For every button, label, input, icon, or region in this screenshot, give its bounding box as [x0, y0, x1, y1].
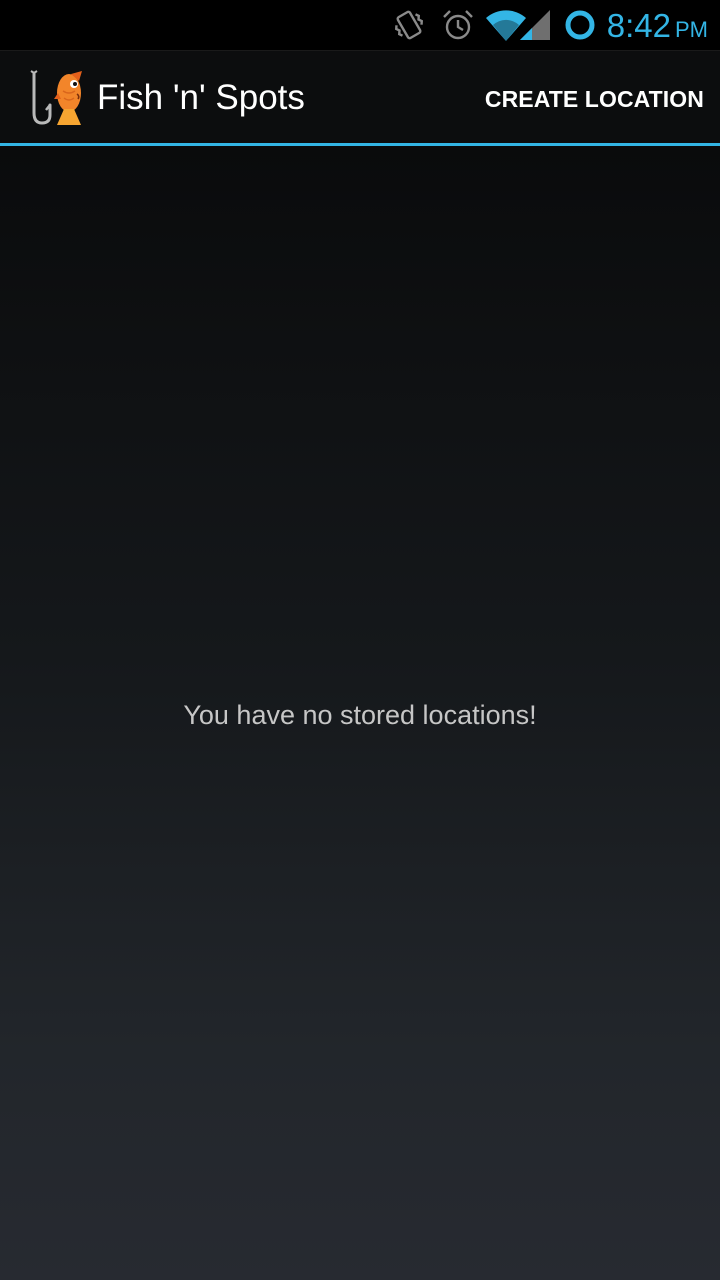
status-ampm: PM	[675, 17, 708, 42]
screen: 8:42 PM Fish 'n' Spots CREATE LOCATION Y…	[0, 0, 720, 1280]
sync-icon	[565, 10, 595, 40]
cell-signal-icon	[520, 10, 550, 40]
create-location-button[interactable]: CREATE LOCATION	[467, 51, 720, 144]
status-bar: 8:42 PM	[0, 0, 720, 50]
app-title: Fish 'n' Spots	[97, 78, 305, 117]
alarm-icon	[443, 10, 473, 40]
status-time: 8:42	[606, 7, 671, 44]
status-clock: 8:42 PM	[607, 6, 708, 46]
action-bar: Fish 'n' Spots CREATE LOCATION	[0, 50, 720, 143]
vibrate-icon	[394, 10, 424, 40]
fish-hook-logo-icon[interactable]	[24, 69, 90, 129]
empty-state-message: You have no stored locations!	[183, 700, 537, 730]
locations-list-area: You have no stored locations!	[0, 146, 720, 1280]
